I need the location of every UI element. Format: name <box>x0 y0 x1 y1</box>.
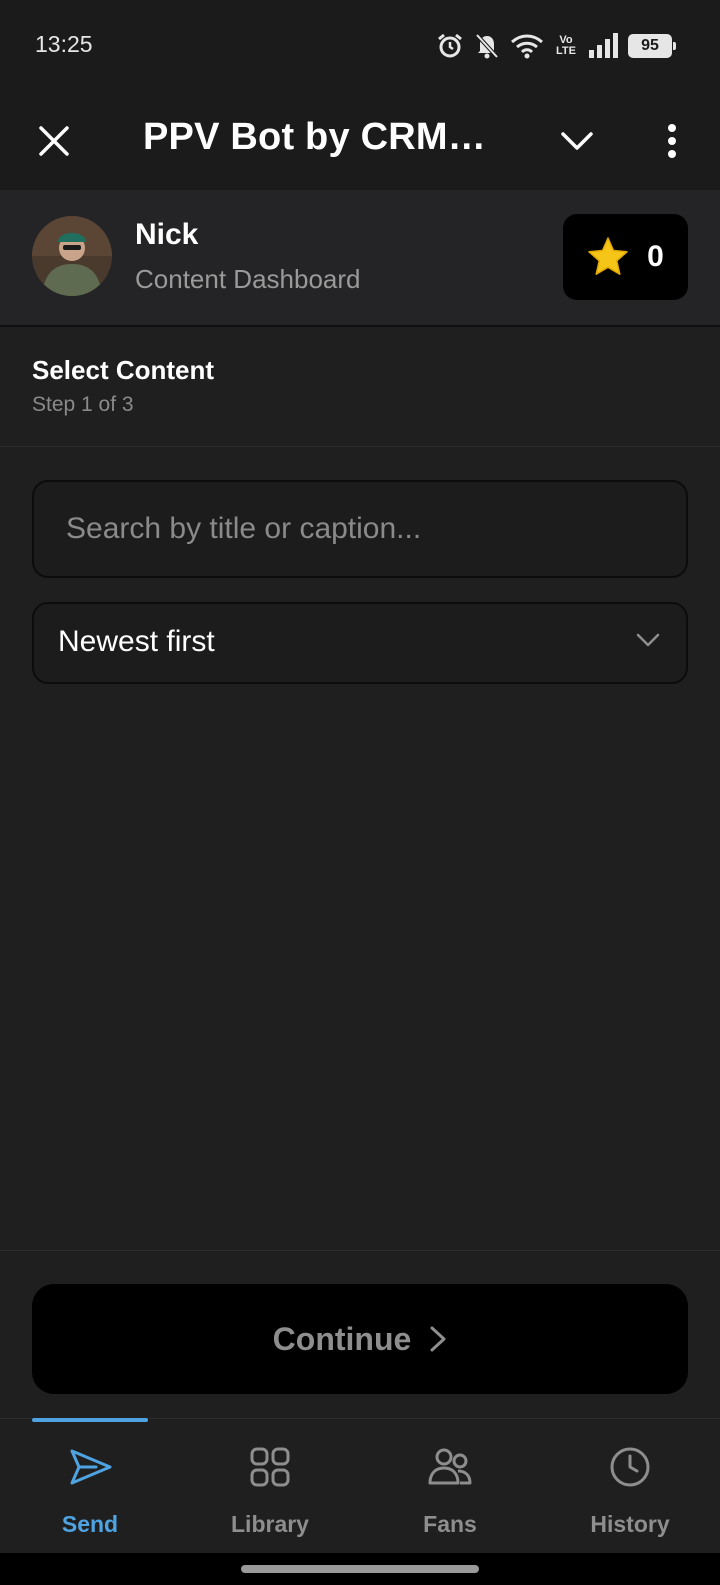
close-icon <box>39 126 69 156</box>
alarm-icon <box>438 33 462 58</box>
chevron-down-icon <box>636 633 660 647</box>
gesture-handle[interactable] <box>241 1565 479 1573</box>
profile-card: Nick Content Dashboard 0 <box>0 190 720 327</box>
user-subtitle: Content Dashboard <box>135 264 361 294</box>
status-time: 13:25 <box>35 31 93 57</box>
avatar-image <box>32 216 112 296</box>
send-icon <box>70 1449 112 1485</box>
step-header: Select Content Step 1 of 3 <box>0 327 720 447</box>
search-field[interactable] <box>32 480 688 578</box>
nav-fans-label: Fans <box>423 1511 477 1537</box>
chevron-right-icon <box>430 1326 446 1352</box>
nav-send-label: Send <box>61 1511 119 1537</box>
more-button[interactable] <box>636 92 708 190</box>
users-icon <box>428 1448 472 1485</box>
avatar <box>32 216 112 296</box>
clock-icon <box>610 1447 650 1487</box>
app-header: PPV Bot by CRMC... <box>0 92 720 190</box>
star-icon <box>588 237 628 275</box>
volte-bottom-label: LTE <box>556 45 576 57</box>
search-input[interactable] <box>34 482 686 576</box>
wifi-icon <box>511 34 543 59</box>
gesture-area <box>0 1553 720 1585</box>
chevron-down-icon <box>561 132 593 150</box>
nav-library[interactable]: Library <box>180 1419 360 1554</box>
close-button[interactable] <box>18 92 90 190</box>
expand-button[interactable] <box>541 92 613 190</box>
footer-divider <box>0 1250 720 1251</box>
continue-label: Continue <box>272 1320 412 1357</box>
nav-send[interactable]: Send <box>0 1419 180 1554</box>
sort-selected-value: Newest first <box>58 625 215 658</box>
nav-history-label: History <box>590 1511 670 1537</box>
grid-icon <box>250 1447 290 1487</box>
nav-fans[interactable]: Fans <box>360 1419 540 1554</box>
status-bar: 13:25 Vo LTE 95 <box>0 0 720 92</box>
bell-muted-icon <box>475 33 499 59</box>
stars-count: 0 <box>647 240 664 273</box>
user-name: Nick <box>135 218 199 251</box>
signal-icon <box>589 33 618 58</box>
nav-history[interactable]: History <box>540 1419 720 1554</box>
bottom-nav: Send Library Fans History <box>0 1418 720 1553</box>
battery-icon: 95 <box>628 34 676 58</box>
stars-balance-button[interactable]: 0 <box>563 214 688 300</box>
nav-library-label: Library <box>231 1511 309 1537</box>
status-icons: Vo LTE 95 <box>436 30 676 62</box>
step-subtitle: Step 1 of 3 <box>32 393 134 416</box>
step-title: Select Content <box>32 355 215 385</box>
more-vertical-icon <box>668 124 676 158</box>
continue-button[interactable]: Continue <box>32 1284 688 1394</box>
app-title: PPV Bot by CRMC... <box>143 116 493 158</box>
volte-icon: Vo LTE <box>554 35 578 57</box>
sort-dropdown[interactable]: Newest first <box>32 602 688 684</box>
